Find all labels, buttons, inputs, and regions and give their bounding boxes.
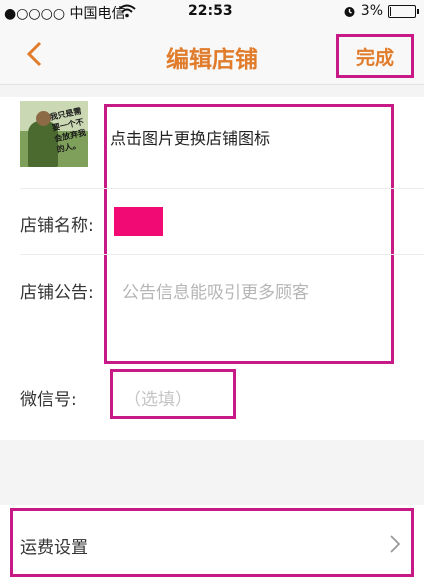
divider [20,188,424,189]
done-button[interactable]: 完成 [336,34,414,78]
wifi-icon [118,4,136,18]
navigation-bar: 编辑店铺 完成 [0,24,424,85]
wechat-field[interactable]: （选填） [124,385,192,410]
wechat-label: 微信号: [20,390,77,410]
status-right: 3% [343,3,419,19]
change-logo-hint[interactable]: 点击图片更换店铺图标 [110,125,270,149]
store-name-label: 店铺名称: [20,216,94,236]
store-notice-label: 店铺公告: [20,283,94,303]
divider [20,254,424,255]
store-notice-field[interactable]: 公告信息能吸引更多顾客 [122,278,309,303]
battery-icon [388,4,419,18]
battery-percent: 3% [360,3,383,19]
alarm-icon [344,6,355,17]
chevron-right-icon[interactable] [389,535,401,553]
carrier-label: ●○○○○ 中国电信 [4,6,126,22]
shipping-settings-label: 运费设置 [20,538,88,558]
clock: 22:53 [188,3,233,19]
store-name-field[interactable] [114,207,163,236]
store-logo-image[interactable]: 我只是需要一个不会放弃我的人。 [20,101,88,167]
status-bar: ●○○○○ 中国电信 22:53 3% [0,0,424,24]
